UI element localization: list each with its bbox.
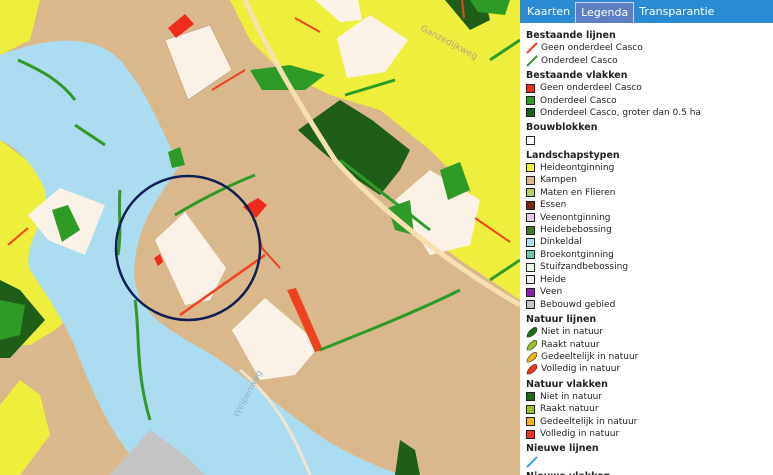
tab-bar: Kaarten Legenda Transparantie	[520, 0, 773, 23]
color-swatch-icon	[526, 200, 535, 210]
legend-section-natuur-lijnen: Natuur lijnen	[526, 313, 597, 325]
legend-item-label: Kampen	[540, 175, 577, 186]
legend-item	[526, 455, 773, 468]
legend-section-nieuwe-lijnen: Nieuwe lijnen	[526, 443, 599, 455]
color-swatch-icon	[526, 250, 535, 260]
legend-item: Heide	[526, 274, 773, 286]
line-blob-icon	[526, 327, 538, 338]
legend-item-label: Raakt natuur	[540, 404, 599, 415]
legend-item-label: Volledig in natuur	[540, 429, 620, 440]
legend-item: Niet in natuur	[526, 326, 773, 338]
legend-item: Raakt natuur	[526, 338, 773, 350]
map-view[interactable]: Ganzedijkweg Welpenweg	[0, 0, 520, 475]
legend-item-label: Gedeeltelijk in natuur	[540, 416, 638, 427]
legend-item-label: Veenontginning	[540, 212, 611, 223]
legend-item: Maten en Flieren	[526, 187, 773, 199]
color-swatch-icon	[526, 188, 535, 198]
legend-item: Raakt natuur	[526, 403, 773, 415]
legend-item-label: Stuifzandbebossing	[540, 262, 629, 273]
legend-item-label: Geen onderdeel Casco	[541, 43, 643, 54]
legend-section-nieuwe-vlakken: Nieuwe vlakken	[526, 471, 773, 475]
legend-item: Onderdeel Casco, groter dan 0.5 ha	[526, 107, 773, 119]
legend-item-label: Dinkeldal	[540, 237, 582, 248]
legend-item: Volledig in natuur	[526, 428, 773, 440]
legend-item: Onderdeel Casco	[526, 94, 773, 106]
color-swatch-icon	[526, 392, 535, 402]
legend-section-landschapstypen: Landschapstypen	[526, 149, 620, 161]
legend-item: Stuifzandbebossing	[526, 261, 773, 273]
color-swatch-icon	[526, 300, 535, 310]
legend-section-bestaande-lijnen: Bestaande lijnen	[526, 30, 616, 41]
line-blob-icon	[526, 339, 538, 350]
legend-item: Heidebebossing	[526, 224, 773, 236]
color-swatch-icon	[526, 287, 535, 297]
legend-item-label: Volledig in natuur	[541, 364, 621, 375]
color-swatch-icon	[526, 135, 535, 145]
line-blob-icon	[526, 364, 538, 375]
legend-item-label: Veen	[540, 287, 563, 298]
legend-item-label: Geen onderdeel Casco	[540, 83, 642, 94]
color-swatch-icon	[526, 404, 535, 414]
legend-item: Volledig in natuur	[526, 363, 773, 375]
map-canvas[interactable]: Ganzedijkweg Welpenweg	[0, 0, 520, 475]
legend-item	[526, 134, 773, 146]
legend-item: Gedeeltelijk in natuur	[526, 351, 773, 363]
legend-item-label: Essen	[540, 200, 567, 211]
legend-item: Gedeeltelijk in natuur	[526, 416, 773, 428]
legend-item-label: Onderdeel Casco	[540, 95, 617, 106]
legend-item: Dinkeldal	[526, 236, 773, 248]
color-swatch-icon	[526, 108, 535, 118]
legend-item-label: Heide	[540, 274, 567, 285]
legend-item: Niet in natuur	[526, 391, 773, 403]
legend-item: Broekontginning	[526, 249, 773, 261]
legend-item-label: Heidebebossing	[540, 225, 612, 236]
legend-section-bouwblokken: Bouwblokken	[526, 122, 598, 134]
line-blob-icon	[526, 352, 538, 363]
color-swatch-icon	[526, 213, 535, 223]
color-swatch-icon	[526, 429, 535, 439]
legend-item: Geen onderdeel Casco	[526, 42, 773, 54]
color-swatch-icon	[526, 417, 535, 427]
tab-kaarten[interactable]: Kaarten	[522, 0, 575, 23]
legend-item: Bebouwd gebied	[526, 298, 773, 310]
line-symbol-icon	[526, 42, 538, 54]
legend-item: Kampen	[526, 174, 773, 186]
line-symbol-icon	[526, 54, 538, 67]
legend-item: Essen	[526, 199, 773, 211]
color-swatch-icon	[526, 175, 535, 185]
legend-item-label: Heideontginning	[540, 162, 615, 173]
legend-item-label: Niet in natuur	[541, 327, 604, 338]
legend-item: Heideontginning	[526, 162, 773, 174]
legend-section-bestaande-vlakken: Bestaande vlakken	[526, 69, 628, 81]
legend-item-label: Maten en Flieren	[540, 187, 616, 198]
legend-item: Veenontginning	[526, 211, 773, 223]
legend-item-label: Niet in natuur	[540, 391, 603, 402]
color-swatch-icon	[526, 225, 535, 235]
legend-item-label: Raakt natuur	[541, 339, 600, 350]
legend-section-natuur-vlakken: Natuur vlakken	[526, 378, 608, 390]
legend-item-label: Onderdeel Casco, groter dan 0.5 ha	[540, 107, 701, 118]
color-swatch-icon	[526, 163, 535, 173]
legend-list: Bestaande lijnen Geen onderdeel Casco Onde…	[520, 23, 773, 475]
tab-legenda[interactable]: Legenda	[575, 2, 635, 23]
legend-item: Geen onderdeel Casco	[526, 82, 773, 94]
color-swatch-icon	[526, 262, 535, 272]
legend-item: Onderdeel Casco	[526, 54, 773, 67]
legend-item-label: Gedeeltelijk in natuur	[541, 351, 639, 362]
legend-item-label: Onderdeel Casco	[541, 55, 618, 66]
line-symbol-icon	[526, 455, 538, 468]
color-swatch-icon	[526, 237, 535, 247]
legend-item: Veen	[526, 286, 773, 298]
tab-transparantie[interactable]: Transparantie	[634, 0, 719, 23]
legend-item-label: Bebouwd gebied	[540, 299, 616, 310]
color-swatch-icon	[526, 96, 535, 106]
color-swatch-icon	[526, 83, 535, 93]
legend-item-label: Broekontginning	[540, 249, 614, 260]
color-swatch-icon	[526, 275, 535, 285]
side-panel: Kaarten Legenda Transparantie Bestaande …	[520, 0, 773, 475]
